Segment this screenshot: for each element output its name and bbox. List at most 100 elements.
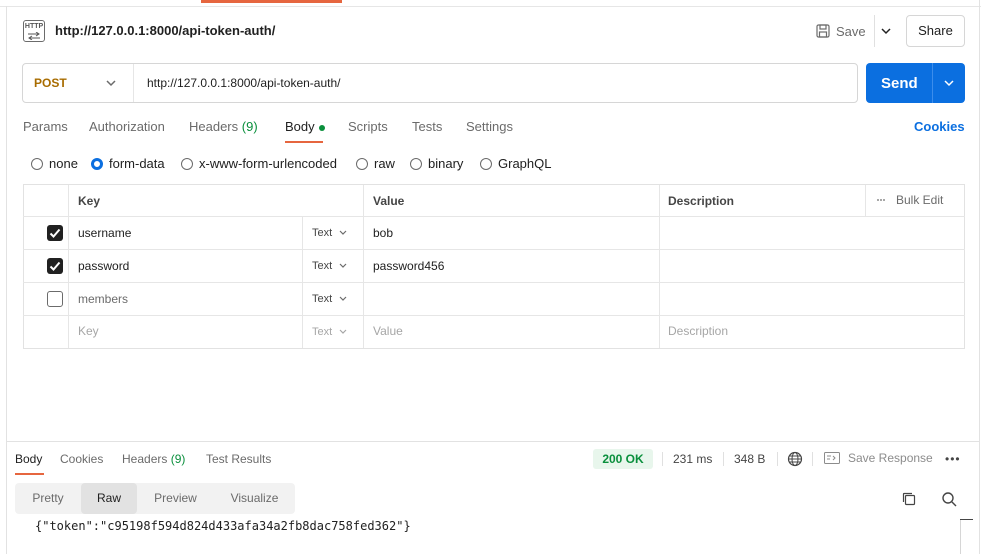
response-tab-cookies[interactable]: Cookies — [60, 452, 103, 466]
status-badge[interactable]: 200 OK — [593, 449, 653, 469]
radio-circle-selected[interactable] — [91, 157, 103, 170]
radio-circle[interactable] — [356, 157, 368, 170]
radio-raw[interactable]: raw — [356, 156, 395, 171]
row-key[interactable]: password — [78, 259, 129, 273]
tab-tests[interactable]: Tests — [412, 119, 442, 134]
view-raw[interactable]: Raw — [81, 483, 137, 514]
meta-separator — [662, 452, 663, 466]
http-icon-label: HTTP — [24, 23, 44, 30]
column-header-value: Value — [373, 194, 405, 208]
view-preview[interactable]: Preview — [137, 483, 214, 514]
active-request-tab-indicator — [201, 0, 342, 3]
request-title[interactable]: http://127.0.0.1:8000/api-token-auth/ — [55, 23, 275, 38]
save-icon — [816, 24, 830, 38]
new-type-label: Text — [312, 326, 333, 338]
tab-body-label: Body — [285, 119, 315, 134]
table-column-divider — [865, 185, 866, 216]
radio-graphql[interactable]: GraphQL — [480, 156, 551, 171]
row-checkbox-unchecked[interactable] — [47, 291, 63, 307]
row-checkbox-checked[interactable] — [47, 225, 63, 241]
row-value[interactable]: password456 — [373, 259, 444, 273]
row-type-select[interactable]: Text — [312, 260, 348, 272]
row-value[interactable]: bob — [373, 226, 393, 240]
left-divider — [6, 6, 7, 554]
table-divider — [23, 216, 965, 217]
example-icon — [824, 452, 840, 464]
radio-circle[interactable] — [181, 157, 193, 170]
copy-icon[interactable] — [902, 492, 916, 506]
save-button[interactable]: Save — [816, 22, 866, 40]
tab-headers[interactable]: Headers (9) — [189, 119, 258, 134]
chevron-down-icon — [339, 296, 347, 301]
method-select[interactable]: POST — [34, 76, 67, 90]
view-pretty[interactable]: Pretty — [15, 483, 81, 514]
new-description-input[interactable]: Description — [668, 324, 728, 338]
radio-none-label: none — [49, 156, 78, 171]
tab-authorization[interactable]: Authorization — [89, 119, 165, 134]
radio-circle[interactable] — [480, 157, 492, 170]
new-key-input[interactable]: Key — [78, 324, 99, 338]
row-key[interactable]: username — [78, 226, 131, 240]
radio-circle[interactable] — [410, 157, 422, 170]
radio-urlencoded[interactable]: x-www-form-urlencoded — [181, 156, 337, 171]
view-visualize[interactable]: Visualize — [214, 483, 295, 514]
tab-settings[interactable]: Settings — [466, 119, 513, 134]
globe-icon[interactable] — [787, 451, 803, 467]
row-checkbox-checked[interactable] — [47, 258, 63, 274]
response-tab-test-results[interactable]: Test Results — [206, 452, 271, 466]
tab-body-underline — [285, 141, 323, 143]
send-label[interactable]: Send — [881, 75, 918, 92]
more-options-icon[interactable]: ••• — [945, 452, 961, 466]
chevron-down-icon — [339, 263, 347, 268]
table-divider — [23, 282, 965, 283]
radio-graphql-label: GraphQL — [498, 156, 552, 171]
row-type-select[interactable]: Text — [312, 293, 348, 305]
response-time[interactable]: 231 ms — [673, 452, 712, 466]
response-tab-headers[interactable]: Headers (9) — [122, 452, 185, 466]
meta-separator — [723, 452, 724, 466]
url-input[interactable]: http://127.0.0.1:8000/api-token-auth/ — [147, 76, 340, 90]
bulk-edit-label: Bulk Edit — [896, 193, 944, 207]
search-icon[interactable] — [941, 491, 957, 507]
top-divider — [0, 6, 981, 7]
table-column-divider — [363, 185, 364, 348]
table-column-divider — [302, 217, 303, 348]
tab-params[interactable]: Params — [23, 119, 68, 134]
radio-circle[interactable] — [31, 157, 43, 170]
share-button[interactable]: Share — [906, 15, 965, 47]
row-key[interactable]: members — [78, 292, 128, 306]
new-type-select[interactable]: Text — [312, 326, 348, 338]
save-response-label: Save Response — [848, 451, 933, 465]
meta-separator — [777, 452, 778, 466]
radio-none[interactable]: none — [31, 156, 78, 171]
tab-headers-label: Headers — [189, 119, 239, 134]
column-header-description: Description — [668, 194, 735, 208]
response-size[interactable]: 348 B — [734, 452, 765, 466]
response-tab-body[interactable]: Body — [15, 452, 42, 466]
radio-raw-label: raw — [374, 156, 395, 171]
bulk-edit-button[interactable]: Bulk Edit — [876, 193, 943, 207]
chevron-down-icon — [339, 230, 347, 235]
body-indicator-dot — [318, 124, 325, 131]
response-divider — [6, 441, 980, 442]
column-header-key: Key — [78, 194, 101, 208]
save-response-button[interactable]: Save Response — [824, 451, 933, 465]
cookies-link[interactable]: Cookies — [914, 119, 965, 134]
editor-scroll-line — [960, 519, 961, 554]
row-type-select[interactable]: Text — [312, 227, 348, 239]
chevron-down-icon[interactable] — [942, 76, 956, 90]
radio-binary[interactable]: binary — [410, 156, 463, 171]
save-split-divider — [874, 15, 875, 47]
new-value-input[interactable]: Value — [373, 324, 403, 338]
chevron-down-icon[interactable] — [879, 22, 893, 40]
tab-body[interactable]: Body — [285, 119, 325, 134]
tab-scripts[interactable]: Scripts — [348, 119, 388, 134]
form-data-table — [23, 184, 965, 349]
chevron-down-icon[interactable] — [104, 76, 118, 90]
response-raw-body[interactable]: {"token":"c95198f594d824d433afa34a2fb8da… — [35, 519, 411, 533]
radio-form-data[interactable]: form-data — [91, 156, 165, 171]
url-divider — [133, 64, 134, 102]
response-tab-headers-count: (9) — [170, 452, 186, 466]
check-icon — [49, 261, 61, 271]
tab-headers-count: (9) — [241, 119, 258, 134]
